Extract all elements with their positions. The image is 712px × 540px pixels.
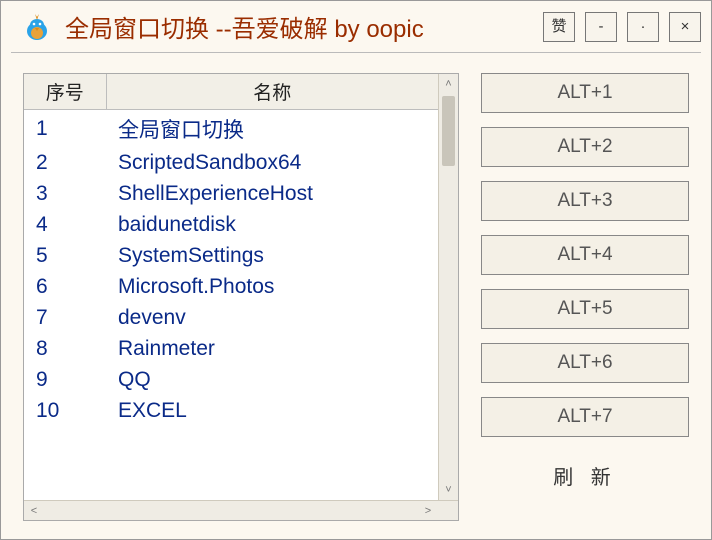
table-row[interactable]: 10EXCEL — [24, 395, 438, 426]
hotkey-button-4[interactable]: ALT+4 — [481, 235, 689, 275]
hotkey-button-1[interactable]: ALT+1 — [481, 73, 689, 113]
cell-index: 9 — [24, 364, 106, 395]
hotkey-button-5[interactable]: ALT+5 — [481, 289, 689, 329]
table-row[interactable]: 2ScriptedSandbox64 — [24, 147, 438, 178]
window-title: 全局窗口切换 --吾爱破解 by oopic — [65, 9, 531, 44]
cell-name: Microsoft.Photos — [106, 271, 438, 302]
titlebar-divider — [11, 52, 701, 53]
cell-name: devenv — [106, 302, 438, 333]
hotkey-column: ALT+1 ALT+2 ALT+3 ALT+4 ALT+5 ALT+6 ALT+7 刷 新 — [481, 73, 689, 521]
cell-name: baidunetdisk — [106, 209, 438, 240]
cell-name: QQ — [106, 364, 438, 395]
cell-index: 3 — [24, 178, 106, 209]
horizontal-scrollbar[interactable]: ˂ ˃ — [24, 500, 458, 520]
hotkey-button-6[interactable]: ALT+6 — [481, 343, 689, 383]
main-area: 序号 名称 1全局窗口切换2ScriptedSandbox643ShellExp… — [1, 63, 711, 539]
window-list[interactable]: 序号 名称 1全局窗口切换2ScriptedSandbox643ShellExp… — [24, 74, 438, 500]
table-row[interactable]: 6Microsoft.Photos — [24, 271, 438, 302]
table-row[interactable]: 3ShellExperienceHost — [24, 178, 438, 209]
table-row[interactable]: 7devenv — [24, 302, 438, 333]
titlebar: 全局窗口切换 --吾爱破解 by oopic 赞 - · × — [1, 1, 711, 52]
cell-index: 7 — [24, 302, 106, 333]
table-row[interactable]: 1全局窗口切换 — [24, 110, 438, 148]
cell-index: 10 — [24, 395, 106, 426]
col-header-index[interactable]: 序号 — [24, 74, 106, 110]
cell-name: 全局窗口切换 — [106, 110, 438, 148]
cell-name: ShellExperienceHost — [106, 178, 438, 209]
vertical-scrollbar[interactable]: ˄ ˅ — [438, 74, 458, 500]
dot-button[interactable]: · — [627, 12, 659, 42]
cell-index: 5 — [24, 240, 106, 271]
cell-index: 6 — [24, 271, 106, 302]
hotkey-button-7[interactable]: ALT+7 — [481, 397, 689, 437]
close-button[interactable]: × — [669, 12, 701, 42]
vertical-scroll-thumb[interactable] — [442, 96, 455, 166]
cell-index: 4 — [24, 209, 106, 240]
scrollbar-corner — [438, 501, 458, 520]
scroll-up-icon[interactable]: ˄ — [439, 74, 458, 94]
app-window: 全局窗口切换 --吾爱破解 by oopic 赞 - · × 序号 名称 — [0, 0, 712, 540]
titlebar-buttons: 赞 - · × — [543, 12, 701, 42]
table-row[interactable]: 8Rainmeter — [24, 333, 438, 364]
window-list-panel: 序号 名称 1全局窗口切换2ScriptedSandbox643ShellExp… — [23, 73, 459, 521]
cell-name: EXCEL — [106, 395, 438, 426]
minimize-button[interactable]: - — [585, 12, 617, 42]
cell-index: 2 — [24, 147, 106, 178]
hotkey-button-3[interactable]: ALT+3 — [481, 181, 689, 221]
cell-index: 1 — [24, 110, 106, 148]
table-row[interactable]: 5SystemSettings — [24, 240, 438, 271]
cell-name: ScriptedSandbox64 — [106, 147, 438, 178]
col-header-name[interactable]: 名称 — [106, 74, 438, 110]
table-row[interactable]: 4baidunetdisk — [24, 209, 438, 240]
hotkey-button-2[interactable]: ALT+2 — [481, 127, 689, 167]
cell-index: 8 — [24, 333, 106, 364]
scroll-down-icon[interactable]: ˅ — [439, 480, 458, 500]
bird-icon — [21, 11, 53, 43]
cell-name: Rainmeter — [106, 333, 438, 364]
scroll-right-icon[interactable]: ˃ — [418, 501, 438, 520]
refresh-button[interactable]: 刷 新 — [481, 455, 689, 495]
cell-name: SystemSettings — [106, 240, 438, 271]
like-button[interactable]: 赞 — [543, 12, 575, 42]
scroll-left-icon[interactable]: ˂ — [24, 501, 44, 520]
table-row[interactable]: 9QQ — [24, 364, 438, 395]
